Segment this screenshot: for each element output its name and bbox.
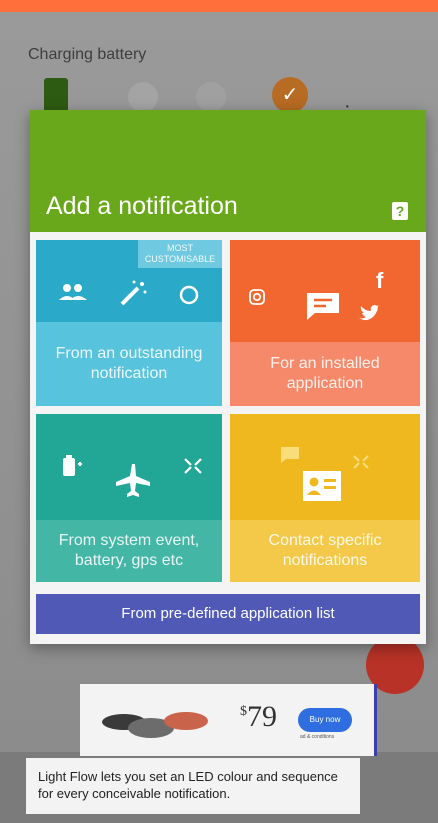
dialog-title: Add a notification xyxy=(46,192,238,220)
check-icon: ✓ xyxy=(272,77,308,113)
dialog-header: Add a notification ? xyxy=(30,110,426,232)
product-ad: $79 Buy now ad & conditions xyxy=(80,684,377,756)
whatsapp-icon xyxy=(179,285,199,305)
magic-wand-icon xyxy=(120,280,147,306)
gps-icon xyxy=(353,455,369,469)
image-caption: Light Flow lets you set an LED colour an… xyxy=(26,758,360,814)
tile-contact-specific[interactable]: Contact specific notifications xyxy=(230,414,420,582)
tile-system-event[interactable]: From system event, battery, gps etc xyxy=(36,414,222,582)
clock-icon xyxy=(196,82,226,112)
status-bar xyxy=(0,0,438,12)
tile-label: From system event, battery, gps etc xyxy=(36,520,222,582)
help-icon[interactable]: ? xyxy=(392,202,408,220)
facebook-icon: f xyxy=(376,268,384,293)
sound-icon xyxy=(128,82,158,112)
message-icon xyxy=(307,293,339,320)
airplane-icon xyxy=(116,464,150,497)
speaker-image xyxy=(164,712,208,730)
ad-note: ad & conditions xyxy=(300,734,335,740)
tile-outstanding-notification[interactable]: MOST CUSTOMISABLE From an outstanding no… xyxy=(36,240,222,406)
battery-icon xyxy=(44,78,68,114)
tile-label: Contact specific notifications xyxy=(230,520,420,582)
price-label: $79 xyxy=(240,700,277,733)
predefined-app-list-button[interactable]: From pre-defined application list xyxy=(36,594,420,634)
tile-label: From an outstanding notification xyxy=(36,322,222,406)
tile-installed-application[interactable]: f For an installed application xyxy=(230,240,420,406)
instagram-icon xyxy=(249,289,265,305)
contact-card-icon xyxy=(303,471,341,501)
chat-icon xyxy=(281,447,299,463)
buy-now-button[interactable]: Buy now xyxy=(298,708,352,732)
charging-battery-label: Charging battery xyxy=(28,46,147,63)
most-customisable-badge: MOST CUSTOMISABLE xyxy=(138,240,222,268)
add-notification-dialog: Add a notification ? MOST CUSTOMISABLE F… xyxy=(30,110,426,644)
tile-label: For an installed application xyxy=(230,342,420,406)
twitter-icon xyxy=(359,305,380,321)
battery-charging-icon xyxy=(63,455,82,476)
gps-icon xyxy=(184,458,202,474)
people-icon xyxy=(59,284,87,300)
